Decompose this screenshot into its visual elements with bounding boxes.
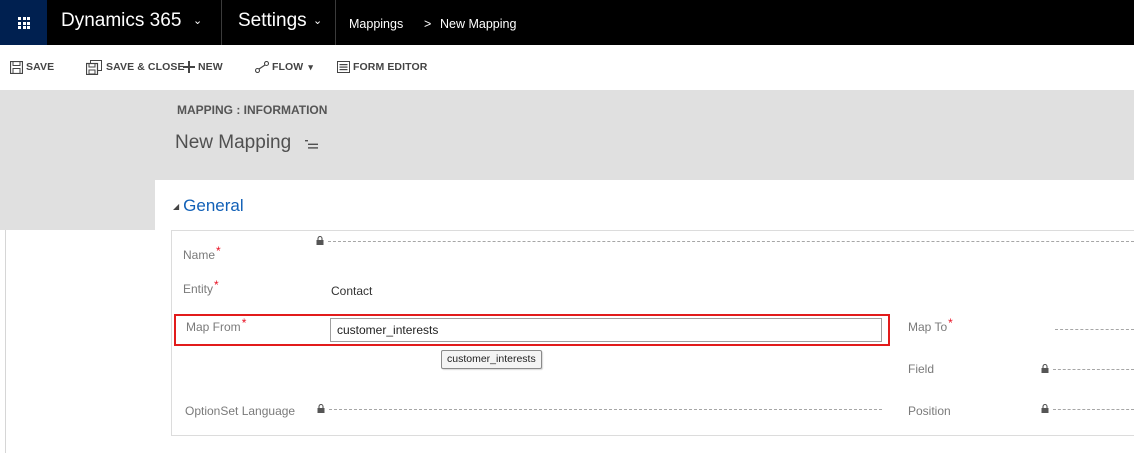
required-marker: * [948, 316, 953, 330]
flow-button[interactable]: FLOW ▾ [255, 58, 313, 76]
nav-divider [335, 0, 336, 45]
record-menu-icon[interactable] [305, 140, 318, 149]
page-title: New Mapping [175, 132, 292, 153]
save-close-label: SAVE & CLOSE [106, 61, 185, 73]
new-label: NEW [198, 61, 223, 73]
form-editor-label: FORM EDITOR [353, 61, 428, 73]
divider [5, 230, 6, 453]
nav-divider [221, 0, 222, 45]
map-to-field[interactable] [1055, 329, 1134, 330]
waffle-icon [18, 17, 30, 29]
section-general-header[interactable]: ◢ General [173, 196, 244, 216]
entity-label: Entity* [183, 278, 219, 296]
breadcrumb-mappings[interactable]: Mappings [349, 17, 403, 31]
autocomplete-suggestion[interactable]: customer_interests [441, 350, 542, 369]
breadcrumb-separator: > [424, 17, 432, 31]
chevron-down-icon[interactable]: ⌄ [313, 14, 322, 27]
app-launcher-button[interactable] [0, 0, 47, 45]
save-label: SAVE [26, 61, 55, 73]
save-close-icon [86, 59, 102, 75]
flow-icon [255, 61, 269, 73]
caret-down-icon: ▾ [308, 61, 313, 72]
chevron-down-icon[interactable]: ⌄ [193, 14, 202, 27]
save-and-close-button[interactable]: SAVE & CLOSE [86, 58, 185, 76]
optionset-language-label: OptionSet Language [185, 404, 296, 418]
save-icon [10, 60, 23, 74]
required-marker: * [216, 244, 221, 258]
form-editor-icon [337, 61, 350, 73]
section-title: General [183, 196, 244, 215]
position-field [1053, 409, 1134, 410]
app-name[interactable]: Dynamics 365 [61, 10, 181, 32]
top-nav-bar: Dynamics 365 ⌄ Settings ⌄ Mappings > New… [0, 0, 1134, 45]
area-name[interactable]: Settings [238, 10, 307, 32]
lock-icon [1041, 404, 1049, 413]
lock-icon [317, 404, 325, 413]
command-bar: SAVE SAVE & CLOSE NEW FLOW ▾ FORM EDITOR [0, 45, 1134, 90]
entity-value[interactable]: Contact [331, 284, 372, 298]
map-from-label: Map From* [186, 316, 247, 334]
lock-icon [316, 236, 324, 245]
form-header [0, 90, 1134, 180]
name-field [328, 241, 1134, 242]
new-button[interactable]: NEW [183, 58, 223, 76]
lock-icon [1041, 364, 1049, 373]
required-marker: * [241, 316, 247, 330]
form-selector-label[interactable]: MAPPING : INFORMATION [177, 103, 327, 117]
required-marker: * [214, 278, 219, 292]
field-value [1053, 369, 1134, 370]
left-gutter [0, 180, 155, 230]
save-button[interactable]: SAVE [10, 58, 54, 76]
position-label: Position [908, 404, 951, 418]
field-label: Field [908, 362, 935, 376]
name-label: Name* [183, 244, 221, 262]
flow-label: FLOW [272, 61, 304, 73]
form-editor-button[interactable]: FORM EDITOR [337, 58, 427, 76]
collapse-triangle-icon[interactable]: ◢ [173, 202, 179, 211]
map-to-label: Map To* [908, 316, 953, 334]
map-from-input[interactable] [330, 318, 882, 342]
breadcrumb-new-mapping: New Mapping [440, 17, 517, 31]
optionset-language-field [329, 409, 882, 410]
plus-icon [183, 61, 195, 73]
